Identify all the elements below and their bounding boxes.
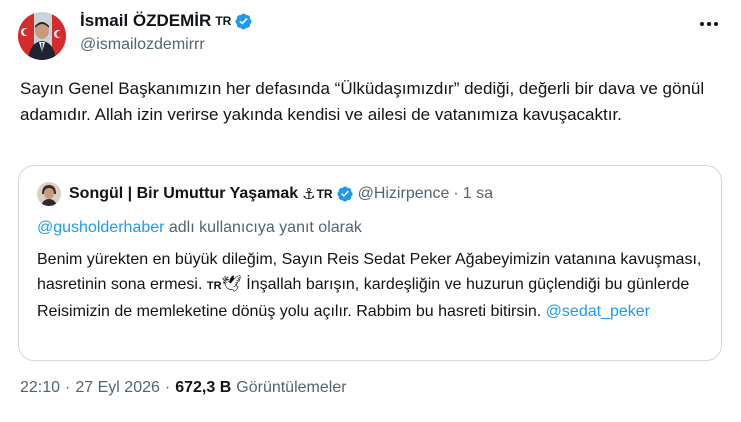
dove-icon: 🕊 xyxy=(221,276,242,293)
tweet-meta: 22:10 · 27 Eyl 2026 · 672,3 B Görüntülem… xyxy=(20,379,347,397)
views-label: Görüntülemeler xyxy=(236,379,347,396)
tweet-text: Sayın Genel Başkanımızın her defasında “… xyxy=(20,79,705,124)
quoted-tweet[interactable]: Songül | Bir Umuttur Yaşamak ⚓ TR @Hizir… xyxy=(18,165,722,361)
separator-dot: · xyxy=(164,379,171,396)
reply-suffix: adlı kullanıcıya yanıt olarak xyxy=(164,219,362,236)
tweet: İsmail ÖZDEMİR TR @ismailozdemirrr Sayın… xyxy=(0,0,741,422)
quoted-handle[interactable]: @Hizirpence xyxy=(358,185,450,203)
author-handle[interactable]: @ismailozdemirrr xyxy=(80,36,205,54)
quoted-flag: TR xyxy=(316,187,333,201)
views-count[interactable]: 672,3 B xyxy=(175,379,231,397)
quoted-header: Songül | Bir Umuttur Yaşamak ⚓ TR @Hizir… xyxy=(69,183,493,205)
tweet-date[interactable]: 27 Eyl 2026 xyxy=(75,379,160,397)
author-avatar[interactable] xyxy=(18,12,66,60)
inline-flag: TR xyxy=(206,280,222,292)
more-options-button[interactable] xyxy=(694,12,724,36)
quoted-verified-badge-icon[interactable] xyxy=(336,185,354,203)
author-flag: TR xyxy=(215,14,232,28)
quoted-display-name[interactable]: Songül | Bir Umuttur Yaşamak xyxy=(69,185,298,203)
more-horizontal-icon xyxy=(700,22,704,26)
reply-mention-link[interactable]: @gusholderhaber xyxy=(37,219,164,236)
quoted-tweet-text: Benim yürekten en büyük dileğim, Sayın R… xyxy=(37,247,717,324)
replying-to: @gusholderhaber adlı kullanıcıya yanıt o… xyxy=(37,219,362,237)
author-display-name[interactable]: İsmail ÖZDEMİR xyxy=(80,11,211,31)
separator-dot: · xyxy=(65,379,71,396)
mention-link[interactable]: @sedat_peker xyxy=(546,303,650,320)
anchor-icon: ⚓ xyxy=(302,186,316,203)
separator-dot: · xyxy=(453,185,459,202)
quoted-timestamp[interactable]: 1 sa xyxy=(463,185,493,203)
author-name-line: İsmail ÖZDEMİR TR xyxy=(80,10,253,32)
quoted-author-avatar[interactable] xyxy=(37,182,61,206)
tweet-time[interactable]: 22:10 xyxy=(20,379,60,397)
verified-badge-icon[interactable] xyxy=(234,12,253,31)
